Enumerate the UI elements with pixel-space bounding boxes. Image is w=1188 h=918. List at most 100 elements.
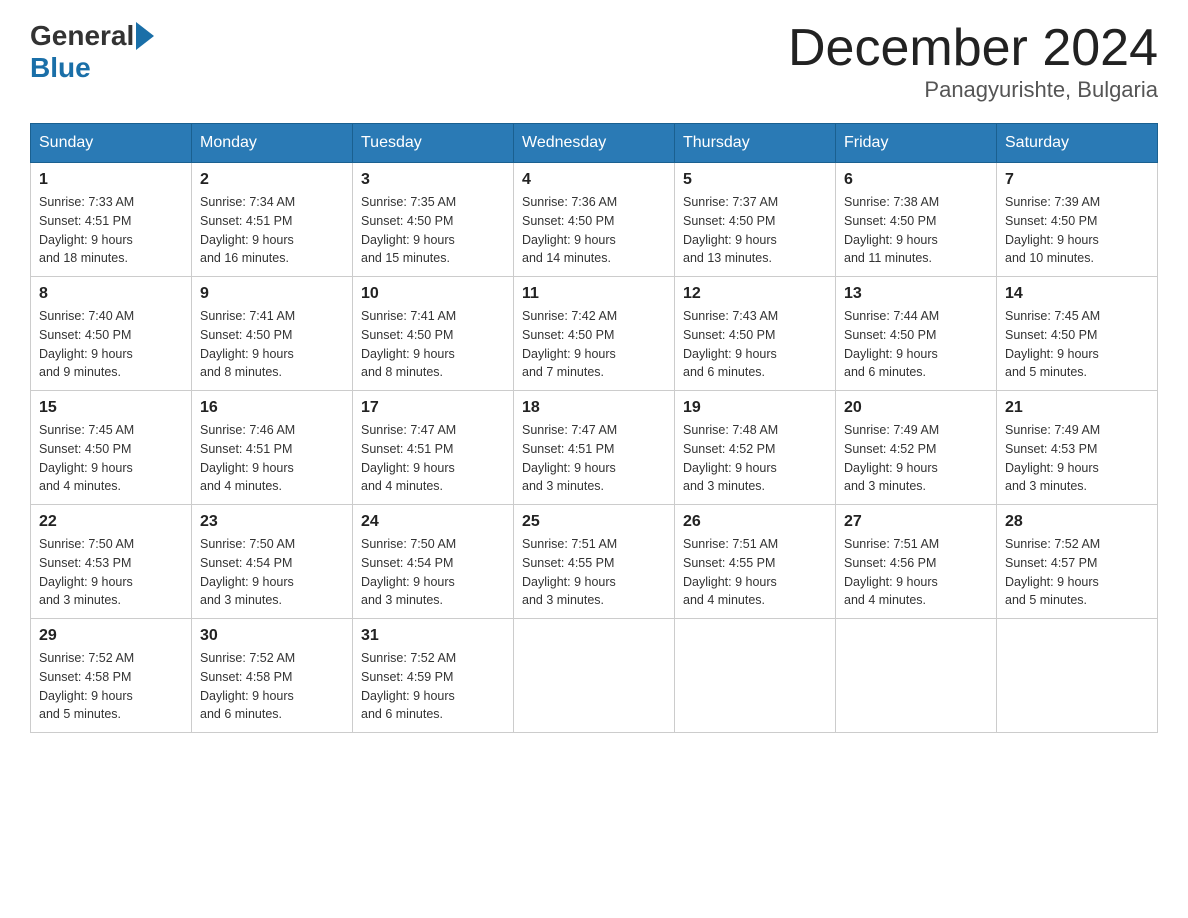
day-number: 7 — [1005, 171, 1149, 189]
day-number: 5 — [683, 171, 827, 189]
calendar-cell: 13Sunrise: 7:44 AMSunset: 4:50 PMDayligh… — [836, 277, 997, 391]
day-info: Sunrise: 7:50 AMSunset: 4:54 PMDaylight:… — [361, 535, 505, 610]
calendar-cell — [836, 619, 997, 733]
day-number: 16 — [200, 399, 344, 417]
day-info: Sunrise: 7:34 AMSunset: 4:51 PMDaylight:… — [200, 193, 344, 268]
day-number: 28 — [1005, 513, 1149, 531]
weekday-header-sunday: Sunday — [31, 124, 192, 163]
calendar-cell: 7 Sunrise: 7:39 AMSunset: 4:50 PMDaylight… — [997, 163, 1158, 277]
weekday-header-thursday: Thursday — [675, 124, 836, 163]
calendar-week-row-1: 1 Sunrise: 7:33 AMSunset: 4:51 PMDaylight… — [31, 163, 1158, 277]
weekday-header-monday: Monday — [192, 124, 353, 163]
day-number: 13 — [844, 285, 988, 303]
day-info: Sunrise: 7:41 AMSunset: 4:50 PMDaylight:… — [200, 307, 344, 382]
calendar-week-row-4: 22 Sunrise: 7:50 AMSunset: 4:53 PMDayligh… — [31, 505, 1158, 619]
day-info: Sunrise: 7:49 AMSunset: 4:52 PMDaylight:… — [844, 421, 988, 496]
day-info: Sunrise: 7:51 AMSunset: 4:56 PMDaylight:… — [844, 535, 988, 610]
day-number: 12 — [683, 285, 827, 303]
day-number: 11 — [522, 285, 666, 303]
day-number: 15 — [39, 399, 183, 417]
day-info: Sunrise: 7:52 AMSunset: 4:58 PMDaylight:… — [200, 649, 344, 724]
day-info: Sunrise: 7:47 AMSunset: 4:51 PMDaylight:… — [522, 421, 666, 496]
day-number: 14 — [1005, 285, 1149, 303]
calendar-cell: 11 Sunrise: 7:42 AMSunset: 4:50 PMDayligh… — [514, 277, 675, 391]
calendar-cell: 25 Sunrise: 7:51 AMSunset: 4:55 PMDayligh… — [514, 505, 675, 619]
day-number: 19 — [683, 399, 827, 417]
calendar-cell: 24 Sunrise: 7:50 AMSunset: 4:54 PMDayligh… — [353, 505, 514, 619]
calendar-cell: 10Sunrise: 7:41 AMSunset: 4:50 PMDayligh… — [353, 277, 514, 391]
weekday-header-tuesday: Tuesday — [353, 124, 514, 163]
day-number: 29 — [39, 627, 183, 645]
day-number: 21 — [1005, 399, 1149, 417]
title-area: December 2024 Panagyurishte, Bulgaria — [788, 20, 1158, 103]
day-number: 25 — [522, 513, 666, 531]
calendar-cell: 20 Sunrise: 7:49 AMSunset: 4:52 PMDayligh… — [836, 391, 997, 505]
calendar-cell: 3 Sunrise: 7:35 AMSunset: 4:50 PMDaylight… — [353, 163, 514, 277]
day-info: Sunrise: 7:47 AMSunset: 4:51 PMDaylight:… — [361, 421, 505, 496]
calendar-cell: 4 Sunrise: 7:36 AMSunset: 4:50 PMDaylight… — [514, 163, 675, 277]
day-number: 26 — [683, 513, 827, 531]
day-number: 31 — [361, 627, 505, 645]
day-info: Sunrise: 7:50 AMSunset: 4:54 PMDaylight:… — [200, 535, 344, 610]
day-number: 10 — [361, 285, 505, 303]
day-number: 3 — [361, 171, 505, 189]
calendar-cell: 19 Sunrise: 7:48 AMSunset: 4:52 PMDayligh… — [675, 391, 836, 505]
calendar-cell: 30 Sunrise: 7:52 AMSunset: 4:58 PMDayligh… — [192, 619, 353, 733]
day-number: 20 — [844, 399, 988, 417]
calendar-cell: 1 Sunrise: 7:33 AMSunset: 4:51 PMDaylight… — [31, 163, 192, 277]
day-number: 18 — [522, 399, 666, 417]
calendar-cell: 28 Sunrise: 7:52 AMSunset: 4:57 PMDayligh… — [997, 505, 1158, 619]
calendar-cell — [675, 619, 836, 733]
day-number: 9 — [200, 285, 344, 303]
day-number: 1 — [39, 171, 183, 189]
day-number: 22 — [39, 513, 183, 531]
day-info: Sunrise: 7:35 AMSunset: 4:50 PMDaylight:… — [361, 193, 505, 268]
day-number: 27 — [844, 513, 988, 531]
day-number: 6 — [844, 171, 988, 189]
calendar-cell — [514, 619, 675, 733]
calendar-cell: 21 Sunrise: 7:49 AMSunset: 4:53 PMDayligh… — [997, 391, 1158, 505]
day-info: Sunrise: 7:39 AMSunset: 4:50 PMDaylight:… — [1005, 193, 1149, 268]
day-number: 24 — [361, 513, 505, 531]
day-info: Sunrise: 7:46 AMSunset: 4:51 PMDaylight:… — [200, 421, 344, 496]
day-info: Sunrise: 7:48 AMSunset: 4:52 PMDaylight:… — [683, 421, 827, 496]
day-number: 30 — [200, 627, 344, 645]
calendar-cell: 29 Sunrise: 7:52 AMSunset: 4:58 PMDayligh… — [31, 619, 192, 733]
day-info: Sunrise: 7:52 AMSunset: 4:58 PMDaylight:… — [39, 649, 183, 724]
logo-arrow-icon — [136, 22, 154, 50]
calendar-cell: 27 Sunrise: 7:51 AMSunset: 4:56 PMDayligh… — [836, 505, 997, 619]
day-info: Sunrise: 7:52 AMSunset: 4:59 PMDaylight:… — [361, 649, 505, 724]
calendar-cell: 5 Sunrise: 7:37 AMSunset: 4:50 PMDaylight… — [675, 163, 836, 277]
day-info: Sunrise: 7:50 AMSunset: 4:53 PMDaylight:… — [39, 535, 183, 610]
day-info: Sunrise: 7:51 AMSunset: 4:55 PMDaylight:… — [522, 535, 666, 610]
day-info: Sunrise: 7:37 AMSunset: 4:50 PMDaylight:… — [683, 193, 827, 268]
calendar-cell: 26 Sunrise: 7:51 AMSunset: 4:55 PMDayligh… — [675, 505, 836, 619]
calendar-cell: 8Sunrise: 7:40 AMSunset: 4:50 PMDaylight… — [31, 277, 192, 391]
calendar-cell: 9 Sunrise: 7:41 AMSunset: 4:50 PMDaylight… — [192, 277, 353, 391]
calendar-cell: 15Sunrise: 7:45 AMSunset: 4:50 PMDayligh… — [31, 391, 192, 505]
day-info: Sunrise: 7:40 AMSunset: 4:50 PMDaylight:… — [39, 307, 183, 382]
day-info: Sunrise: 7:49 AMSunset: 4:53 PMDaylight:… — [1005, 421, 1149, 496]
day-number: 23 — [200, 513, 344, 531]
calendar-table: SundayMondayTuesdayWednesdayThursdayFrid… — [30, 123, 1158, 733]
weekday-header-saturday: Saturday — [997, 124, 1158, 163]
day-info: Sunrise: 7:51 AMSunset: 4:55 PMDaylight:… — [683, 535, 827, 610]
weekday-header-wednesday: Wednesday — [514, 124, 675, 163]
calendar-cell: 16 Sunrise: 7:46 AMSunset: 4:51 PMDayligh… — [192, 391, 353, 505]
day-info: Sunrise: 7:43 AMSunset: 4:50 PMDaylight:… — [683, 307, 827, 382]
day-number: 4 — [522, 171, 666, 189]
logo: General Blue — [30, 20, 156, 84]
month-title: December 2024 — [788, 20, 1158, 77]
calendar-cell: 14Sunrise: 7:45 AMSunset: 4:50 PMDayligh… — [997, 277, 1158, 391]
day-info: Sunrise: 7:33 AMSunset: 4:51 PMDaylight:… — [39, 193, 183, 268]
day-info: Sunrise: 7:42 AMSunset: 4:50 PMDaylight:… — [522, 307, 666, 382]
logo-general-text: General — [30, 20, 134, 52]
day-info: Sunrise: 7:36 AMSunset: 4:50 PMDaylight:… — [522, 193, 666, 268]
calendar-cell: 31 Sunrise: 7:52 AMSunset: 4:59 PMDayligh… — [353, 619, 514, 733]
logo-blue-text: Blue — [30, 52, 91, 84]
weekday-header-row: SundayMondayTuesdayWednesdayThursdayFrid… — [31, 124, 1158, 163]
calendar-cell: 17Sunrise: 7:47 AMSunset: 4:51 PMDayligh… — [353, 391, 514, 505]
calendar-cell: 12 Sunrise: 7:43 AMSunset: 4:50 PMDayligh… — [675, 277, 836, 391]
day-info: Sunrise: 7:52 AMSunset: 4:57 PMDaylight:… — [1005, 535, 1149, 610]
calendar-week-row-5: 29 Sunrise: 7:52 AMSunset: 4:58 PMDayligh… — [31, 619, 1158, 733]
